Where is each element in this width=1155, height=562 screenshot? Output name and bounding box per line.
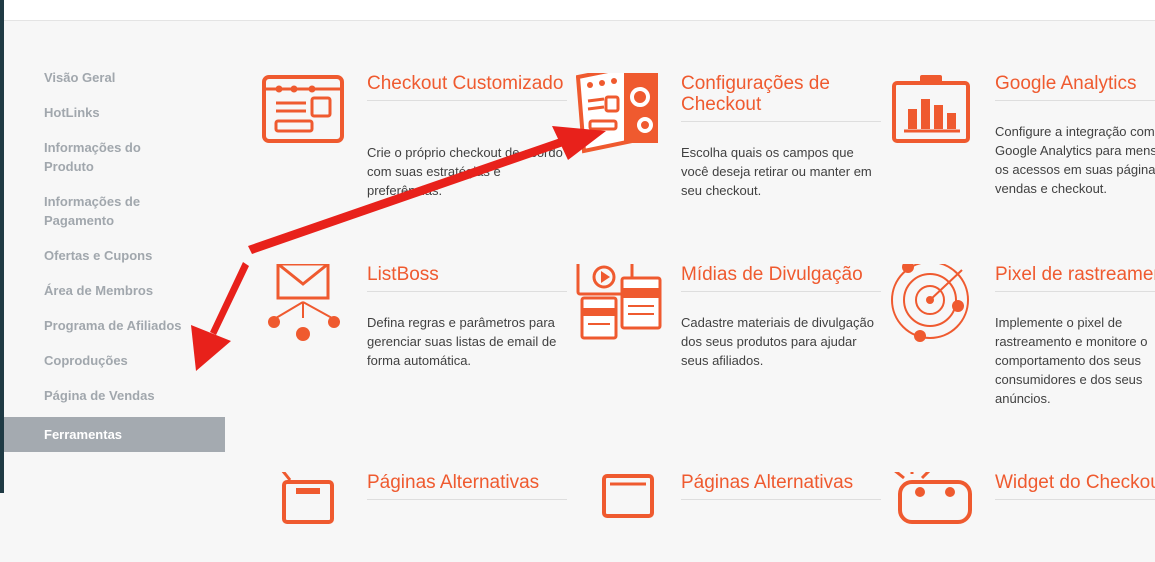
sidebar-item-area-membros[interactable]: Área de Membros: [4, 273, 225, 308]
sidebar-item-visao-geral[interactable]: Visão Geral: [4, 60, 225, 95]
widget-icon: [894, 472, 972, 524]
tool-title: Configurações de Checkout: [681, 73, 881, 122]
tool-description: Implemente o pixel de rastreamento e mon…: [995, 315, 1148, 406]
sidebar-item-hotlinks[interactable]: HotLinks: [4, 95, 225, 130]
sidebar-item-pagina-vendas[interactable]: Página de Vendas: [4, 378, 225, 413]
tool-title: Páginas Alternativas: [367, 472, 567, 500]
tool-title: Mídias de Divulgação: [681, 264, 881, 292]
alt-pages-2-icon: [602, 474, 654, 518]
tool-title: Pixel de rastreamento: [995, 264, 1155, 292]
tool-title: Checkout Customizado: [367, 73, 567, 101]
tool-description: Defina regras e parâmetros para gerencia…: [367, 315, 557, 368]
tool-description: Crie o próprio checkout de acordo com su…: [367, 145, 563, 198]
tool-description: Configure a integração com o Google Anal…: [995, 124, 1155, 196]
analytics-icon: [892, 75, 970, 143]
email-list-icon: [268, 264, 340, 341]
sidebar-item-informacoes-produto[interactable]: Informações do Produto: [4, 130, 225, 184]
sidebar-item-programa-afiliados[interactable]: Programa de Afiliados: [4, 308, 225, 343]
sidebar-menu: Visão Geral HotLinks Informações do Prod…: [4, 60, 225, 452]
checkout-custom-icon: [262, 75, 344, 143]
sidebar-item-informacoes-pagamento[interactable]: Informações de Pagamento: [4, 184, 225, 238]
tool-title: ListBoss: [367, 264, 567, 292]
checkout-settings-icon: [576, 73, 658, 154]
sidebar-item-ofertas-cupons[interactable]: Ofertas e Cupons: [4, 238, 225, 273]
tool-description: Cadastre materiais de divulgação dos seu…: [681, 315, 874, 368]
top-bar: [0, 0, 1155, 21]
tool-description: Escolha quais os campos que você deseja …: [681, 145, 872, 198]
sidebar-item-coproducoes[interactable]: Coproduções: [4, 343, 225, 378]
sidebar-item-ferramentas[interactable]: Ferramentas: [4, 417, 225, 452]
tool-title: Páginas Alternativas: [681, 472, 881, 500]
tool-title: Widget do Checkout: [995, 472, 1155, 500]
pixel-target-icon: [891, 264, 969, 342]
tool-title: Google Analytics: [995, 73, 1155, 101]
media-icon: [576, 264, 662, 340]
alt-pages-icon: [281, 472, 334, 524]
